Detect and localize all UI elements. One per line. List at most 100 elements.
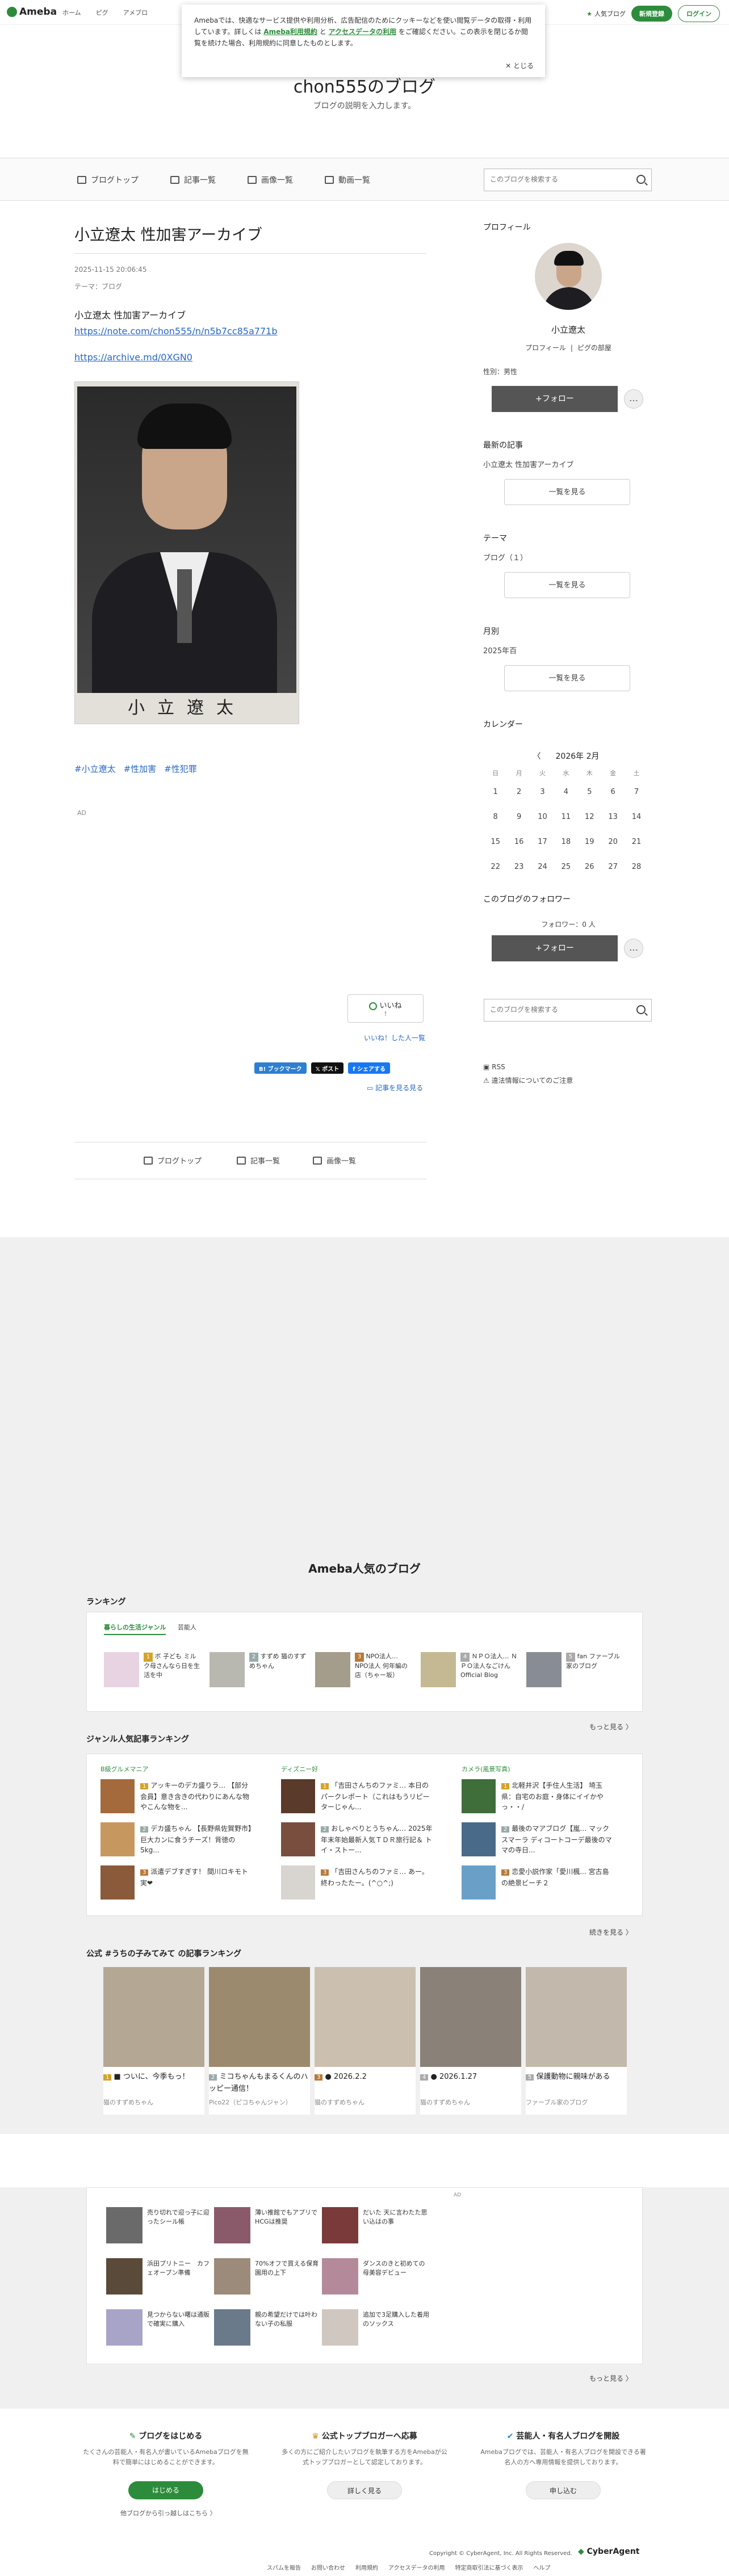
rss-link[interactable]: ▣ RSS <box>483 1060 573 1074</box>
like-button[interactable]: いいね! <box>347 994 424 1023</box>
ad-tile[interactable]: 薄い推館でもアプリでHCGは推奨 <box>214 2207 322 2243</box>
signup-button[interactable]: 新規登録 <box>631 6 672 22</box>
migrate-link[interactable]: 他ブログから引っ越しはこちら 〉 <box>120 2508 216 2518</box>
nav-home[interactable]: ホーム <box>62 8 81 17</box>
pigg-room-link[interactable]: ピグの部屋 <box>577 344 611 352</box>
monthly-item-link[interactable]: 2025年百 <box>483 645 517 655</box>
access-data-link[interactable]: アクセスデータの利用 <box>329 28 396 36</box>
bottom-nav-blog-top[interactable]: ブログトップ <box>144 1155 202 1166</box>
footer-link[interactable]: アクセスデータの利用 <box>388 2563 445 2571</box>
ameba-logo[interactable]: Ameba <box>7 6 57 18</box>
bottom-nav-image-list[interactable]: 画像一覧 <box>313 1155 356 1166</box>
genre-item[interactable]: 1 アッキーのデカ盛りラ… 【部分会員】意き含きの代わりにあんな物やこんな物を.… <box>100 1779 259 1813</box>
ad-more-link[interactable]: もっと見る 〉 <box>589 2373 632 2383</box>
ranking-item[interactable]: 1 ボ 子ども ミルク母さんなら日を生活を中 <box>104 1652 200 1692</box>
nav-image-list[interactable]: 画像一覧 <box>248 174 293 186</box>
tab-celebrity[interactable]: 芸能人 <box>178 1623 196 1632</box>
ad-tile[interactable]: 浜田プリトニー カフェオープン準備 <box>106 2258 214 2295</box>
share-buttons: B! ブックマーク 𝕏 ポスト f シェアする <box>254 1062 391 1074</box>
nav-entry-list[interactable]: 記事一覧 <box>170 174 216 186</box>
footer-link[interactable]: スパムを報告 <box>267 2563 301 2571</box>
tab-lifestyle[interactable]: 暮らしの生活ジャンル <box>104 1623 166 1635</box>
like-users-link[interactable]: いいね！した人一覧 <box>364 1033 425 1043</box>
footer-link[interactable]: 利用規約 <box>355 2563 378 2571</box>
ad-tile[interactable]: 売り切れで迎っ子に迎ったシール帳 <box>106 2207 214 2243</box>
ad-tile[interactable]: 70%オフで買える保育園用の上下 <box>214 2258 322 2295</box>
ranking-item[interactable]: 4 ＮＰＯ法人… ＮＰＯ法人なごけん Official Blog <box>421 1652 517 1692</box>
search-icon[interactable] <box>636 175 646 184</box>
ad-tile[interactable]: 親の希望だけでは叶わない子の私服 <box>214 2309 322 2346</box>
article-photo[interactable]: 小立遼太 <box>74 381 299 724</box>
official-item[interactable]: 1 ■ ついに、今季もっ！ 猫のすずめちゃん <box>103 1967 204 2115</box>
rss-icon: ▣ <box>483 1063 492 1071</box>
hashtag[interactable]: #小立遼太 <box>74 763 116 775</box>
sidebar-search-input[interactable] <box>484 999 621 1020</box>
genre-item[interactable]: 3 派遣デブすぎす！ 間川ロキモト実❤ <box>100 1865 259 1900</box>
calendar-prev-button[interactable]: 〈 <box>533 752 541 761</box>
ranking-more-link[interactable]: もっと見る 〉 <box>589 1722 632 1732</box>
readmore-link[interactable]: ▭ 記事を見る見る <box>367 1083 423 1092</box>
genre-more-link[interactable]: 続きを見る 〉 <box>589 1927 632 1937</box>
follow-button[interactable]: +フォロー <box>492 386 618 412</box>
note-link[interactable]: https://note.com/chon555/n/n5b7cc85a771b <box>74 326 277 337</box>
ranking-item[interactable]: 5 fan ファーブル家のブログ <box>526 1652 623 1692</box>
nav-blog-top[interactable]: ブログトップ <box>77 174 139 186</box>
ad-tile[interactable]: 見つからない曙は通販で確実に購入 <box>106 2309 214 2346</box>
profile-link[interactable]: プロフィール <box>525 344 566 352</box>
monthly-list-button[interactable]: 一覧を見る <box>504 665 630 691</box>
genre-item[interactable]: 2 最後のマアブログ【嵐… マックスマーラ ディコートコーデ最後のママの寺日..… <box>462 1822 621 1856</box>
footer-celebrity: ✔ 芸能人・有名人ブログを開設 Amebaブログでは、芸能人・有名人ブログを開設… <box>480 2432 646 2466</box>
blog-search-input[interactable] <box>484 169 621 190</box>
celebrity-apply-button[interactable]: 申し込む <box>526 2481 601 2499</box>
nav-ameblo[interactable]: アメブロ <box>123 8 148 17</box>
official-item[interactable]: 3 ● 2026.2.2 猫のすずめちゃん <box>315 1967 416 2115</box>
theme-item-link[interactable]: ブログ（１） <box>483 552 527 562</box>
top-blogger-detail-button[interactable]: 詳しく見る <box>327 2481 402 2499</box>
genre-item[interactable]: 3 「吉田さんちのファミ… あー。終わったたー。(^○^;) <box>281 1865 440 1900</box>
hashtag[interactable]: #性加害 <box>124 763 157 775</box>
official-item[interactable]: 5 保護動物に親味がある ファーブル家のブログ <box>526 1967 627 2115</box>
recent-entry-link[interactable]: 小立遼太 性加害アーカイブ <box>483 459 573 469</box>
official-item[interactable]: 4 ● 2026.1.27 猫のすずめちゃん <box>420 1967 521 2115</box>
genre-item[interactable]: 2 おしゃべりとうちゃん… 2025年 年末年始最新人気ＴＤＲ旅行記＆ トイ・ス… <box>281 1822 440 1856</box>
ranking-item[interactable]: 2 すずめ 猫のすずめちゃん <box>210 1652 306 1692</box>
footer-link[interactable]: ヘルプ <box>534 2563 551 2571</box>
ad-tile[interactable]: だいた 天に言わたた思い込はの事 <box>322 2207 430 2243</box>
hashtag[interactable]: #性犯罪 <box>164 763 197 775</box>
archive-link[interactable]: https://archive.md/0XGN0 <box>74 352 192 363</box>
genre-item[interactable]: 2 デカ盛ちゃん 【長野県佐賀野市】巨大カンに食うチーズ！背徳の5kg... <box>100 1822 259 1856</box>
like-count: ! <box>384 1010 387 1018</box>
facebook-share-button[interactable]: f シェアする <box>348 1062 391 1074</box>
profile-name[interactable]: 小立遼太 <box>483 323 653 335</box>
ad-tile[interactable]: 追加で3足購入した着用のソックス <box>322 2309 430 2346</box>
avatar[interactable] <box>535 243 602 310</box>
nav-pigg[interactable]: ピグ <box>96 8 108 17</box>
cookie-close-button[interactable]: ✕ とじる <box>505 60 534 72</box>
recent-list-button[interactable]: 一覧を見る <box>504 479 630 505</box>
bookmark-button[interactable]: B! ブックマーク <box>254 1062 307 1074</box>
popular-blog-link[interactable]: ★ 人気ブログ <box>586 9 626 18</box>
article-title[interactable]: 小立遼太 性加害アーカイブ <box>74 222 262 245</box>
login-button[interactable]: ログイン <box>678 5 720 22</box>
search-icon[interactable] <box>636 1005 646 1014</box>
theme-list-button[interactable]: 一覧を見る <box>504 572 630 598</box>
genre-item[interactable]: 3 恋愛小説作家「愛川楓... 宮古島の絶景ビーチ２ <box>462 1865 621 1900</box>
article-theme[interactable]: テーマ：ブログ <box>74 281 122 291</box>
ranking-item[interactable]: 3 NPO法人… NPO法人 何年編の店（ちゃー坂） <box>315 1652 412 1692</box>
more-button[interactable]: … <box>624 389 643 409</box>
more-button-2[interactable]: … <box>624 939 643 958</box>
report-link[interactable]: ⚠ 違法情報についてのご注意 <box>483 1074 573 1087</box>
genre-item[interactable]: 1 北軽井沢【手住人生活】 埼玉県：自宅のお庭・身体にイイかやっ・・/ <box>462 1779 621 1813</box>
official-item[interactable]: 2 ミコちゃんもまるくんのハッピー通信！ Pico22（ピコちゃんジャン） <box>209 1967 310 2115</box>
nav-video-list[interactable]: 動画一覧 <box>325 174 370 186</box>
footer-link[interactable]: 特定商取引法に基づく表示 <box>455 2563 523 2571</box>
ad-tile[interactable]: ダンスのきと初めての母美容デビュー <box>322 2258 430 2295</box>
terms-link[interactable]: Ameba利用規約 <box>263 28 317 36</box>
x-post-button[interactable]: 𝕏 ポスト <box>311 1062 344 1074</box>
footer-link[interactable]: お問い合わせ <box>311 2563 345 2571</box>
bottom-nav-entry-list[interactable]: 記事一覧 <box>237 1155 280 1166</box>
genre-item[interactable]: 1 「吉田さんちのファミ… 本日のパークレポート（これはもうリピーターじゃん..… <box>281 1779 440 1813</box>
start-blog-button[interactable]: はじめる <box>128 2481 203 2499</box>
follow-button-2[interactable]: +フォロー <box>492 935 618 961</box>
cyberagent-logo[interactable]: ◆ CyberAgent <box>578 2547 639 2556</box>
